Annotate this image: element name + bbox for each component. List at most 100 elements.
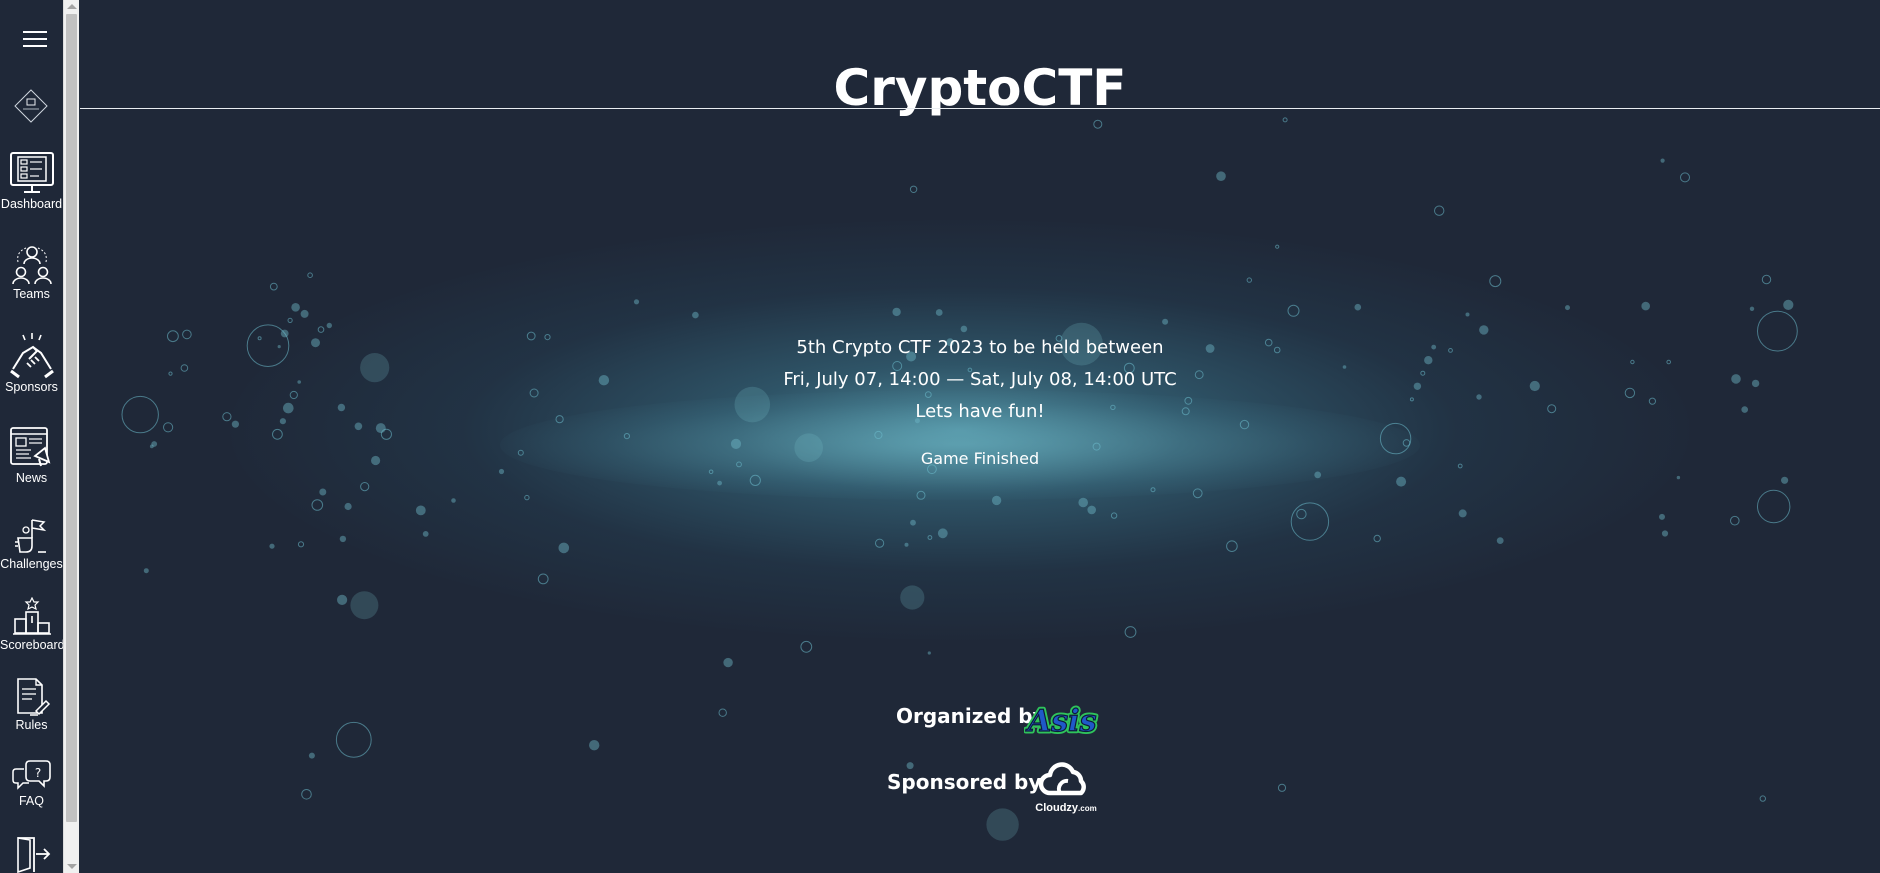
bokeh-particle: [1150, 487, 1156, 493]
sidebar-item-label: Dashboard: [0, 197, 63, 211]
bokeh-particle: [717, 480, 722, 486]
bokeh-particle: [337, 594, 348, 606]
sidebar-item-teams[interactable]: Teams: [0, 242, 63, 301]
bokeh-particle: [1434, 205, 1445, 216]
bokeh-particle: [1287, 304, 1300, 317]
bokeh-particle: [1373, 534, 1381, 543]
bokeh-particle: [730, 438, 742, 449]
bokeh-particle: [529, 388, 539, 398]
bokeh-particle: [935, 309, 943, 316]
bokeh-particle: [991, 495, 1002, 506]
bokeh-particle: [906, 762, 914, 770]
bokeh-particle: [1296, 508, 1307, 520]
scroll-down-arrow-icon[interactable]: [67, 864, 77, 869]
teams-icon: [11, 246, 52, 285]
cryptoctf-logo-icon[interactable]: [14, 89, 48, 123]
bokeh-particle: [1680, 172, 1690, 183]
scroll-up-arrow-icon[interactable]: [67, 4, 77, 9]
cloudzy-logo[interactable]: Cloudzy.com: [1030, 760, 1102, 814]
bokeh-particle: [311, 499, 324, 511]
bokeh-particle: [300, 309, 309, 318]
bokeh-particle: [269, 282, 278, 291]
event-announcement: 5th Crypto CTF 2023 to be held between: [796, 337, 1164, 358]
scrollbar-thumb[interactable]: [66, 14, 77, 822]
bokeh-particle: [326, 322, 332, 329]
bokeh-particle: [708, 469, 714, 475]
sidebar-item-rules[interactable]: Rules: [0, 677, 63, 732]
bokeh-particle: [1479, 325, 1489, 335]
cloud-icon: [1038, 762, 1086, 796]
bokeh-particle: [1290, 502, 1330, 541]
sidebar-item-challenges[interactable]: Challenges: [0, 516, 63, 571]
page-title: CryptoCTF: [833, 58, 1127, 117]
bokeh-particle: [1660, 158, 1665, 163]
bokeh-particle: [749, 474, 761, 486]
bokeh-particle: [723, 657, 733, 668]
sidebar-item-faq[interactable]: ? FAQ: [0, 757, 63, 808]
sidebar-item-label: FAQ: [18, 794, 44, 808]
sidebar-item-scoreboard[interactable]: Scoreboard: [0, 597, 65, 652]
bokeh-particle: [892, 307, 901, 317]
bokeh-particle: [1666, 359, 1671, 365]
sidebar: Dashboard Teams Sponsors News Challenges…: [0, 0, 65, 873]
bokeh-particle: [498, 468, 505, 475]
bokeh-particle: [916, 490, 926, 500]
cloudzy-wordmark: Cloudzy.com: [1035, 802, 1097, 814]
bokeh-particle: [317, 326, 325, 333]
sponsors-icon: [9, 333, 54, 379]
bokeh-particle: [986, 808, 1019, 841]
sidebar-scrollbar[interactable]: [63, 0, 79, 873]
bokeh-particle: [1402, 439, 1411, 447]
bokeh-particle: [537, 573, 549, 585]
bokeh-particle: [1496, 537, 1504, 544]
background-particles: [121, 117, 1798, 841]
bokeh-particle: [272, 428, 283, 440]
bokeh-particle: [350, 591, 379, 620]
bokeh-particle: [927, 535, 933, 540]
sidebar-item-label: Sponsors: [5, 380, 58, 394]
hamburger-menu-icon[interactable]: [23, 31, 47, 49]
bokeh-particle: [589, 740, 600, 751]
asis-logo[interactable]: Asis Asis: [1024, 700, 1100, 741]
sidebar-item-sponsors[interactable]: Sponsors: [0, 333, 63, 394]
bokeh-particle: [297, 541, 305, 548]
bokeh-particle: [301, 789, 312, 800]
bokeh-particle: [1781, 476, 1789, 484]
faq-icon: ?: [11, 760, 51, 790]
sidebar-item-dashboard[interactable]: Dashboard: [0, 150, 63, 211]
sidebar-item-news[interactable]: News: [0, 426, 63, 485]
bokeh-particle: [422, 531, 429, 537]
bokeh-particle: [874, 430, 883, 440]
bokeh-particle: [900, 585, 925, 610]
bokeh-particle: [960, 325, 968, 333]
bokeh-particle: [354, 422, 363, 431]
bokeh-particle: [909, 185, 918, 194]
bokeh-particle: [937, 528, 948, 539]
game-status: Game Finished: [920, 449, 1040, 468]
bokeh-particle: [1757, 489, 1791, 524]
event-tagline: Lets have fun!: [915, 401, 1045, 422]
bokeh-particle: [1396, 476, 1407, 487]
bokeh-particle: [308, 752, 315, 759]
bokeh-particle: [1314, 471, 1322, 479]
bokeh-particle: [800, 640, 813, 653]
bokeh-particle: [143, 568, 149, 574]
bokeh-particle: [1192, 488, 1203, 499]
bokeh-particle: [269, 543, 275, 549]
event-dates: Fri, July 07, 14:00 — Sat, July 08, 14:0…: [783, 369, 1177, 390]
bokeh-particle: [1641, 301, 1650, 311]
title-divider: [80, 108, 1880, 109]
main-content: CryptoCTF 5th Crypto CTF 2023 to be held…: [80, 0, 1880, 873]
bokeh-particle: [291, 303, 300, 312]
challenges-icon: [14, 519, 46, 553]
bokeh-particle: [360, 482, 370, 492]
bokeh-particle: [623, 433, 631, 440]
scoreboard-icon: [12, 597, 51, 635]
bokeh-particle: [1354, 303, 1362, 311]
rules-icon: [16, 678, 50, 716]
bokeh-particle: [524, 494, 530, 501]
bokeh-particle: [319, 488, 327, 496]
logout-icon: [16, 837, 50, 873]
bokeh-particle: [415, 505, 426, 516]
sidebar-item-logout[interactable]: [0, 836, 63, 873]
